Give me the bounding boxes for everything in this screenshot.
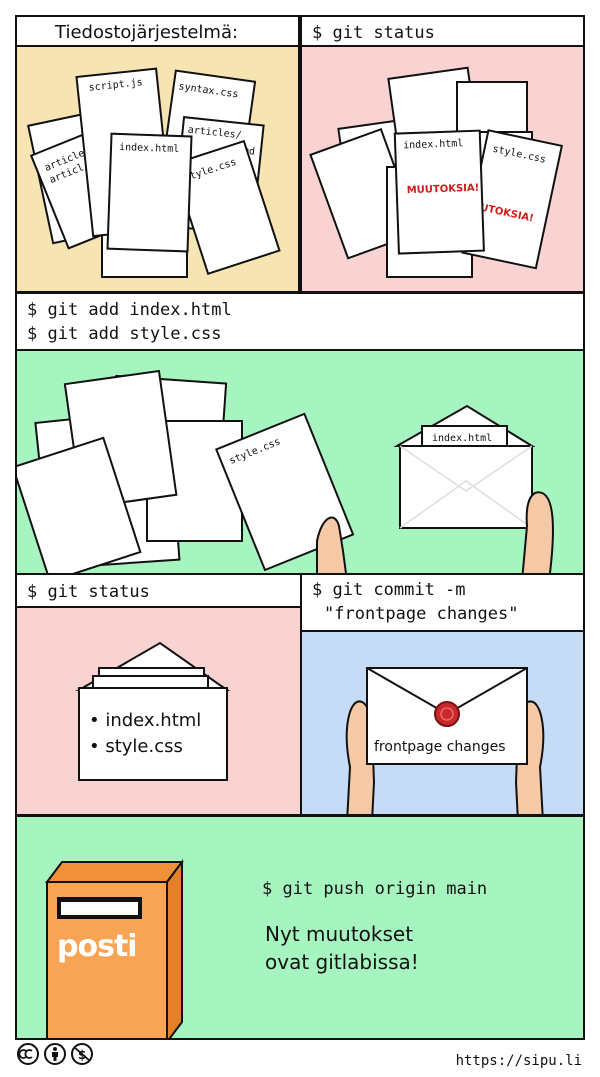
mailbox-brand-logo: posti <box>57 929 138 964</box>
commit-message-label: frontpage changes <box>374 739 506 755</box>
staged-file-list: • index.html • style.css <box>89 708 201 760</box>
changed-files-illustration: style.cssUTOKSIA! index.htmlMUUTOKSIA! <box>309 66 564 278</box>
git-commit-command-1: $ git commit -m <box>312 580 466 600</box>
panel-git-status-1: $ git status style.css UTOKSIA! index.htm… <box>300 15 585 293</box>
push-result-line-1: Nyt muutokset <box>265 922 414 946</box>
panel-git-push: posti $ git push origin main Nyt muutoks… <box>15 815 585 1040</box>
git-add-command-1: $ git add index.html <box>27 300 232 320</box>
panel-git-commit: frontpage changes <box>300 630 585 816</box>
by-icon <box>44 1043 66 1065</box>
panel-git-add-caption: $ git add index.html $ git add style.css <box>15 292 585 351</box>
sealed-envelope-illustration <box>345 667 545 814</box>
file-stack-illustration: articlearticl syntax.css articles/1.md s… <box>27 67 281 278</box>
push-result-message: Nyt muutokset ovat gitlabissa! <box>265 920 419 976</box>
cc-icon <box>17 1043 39 1065</box>
git-push-command: $ git push origin main <box>262 879 488 899</box>
git-status-command-2: $ git status <box>27 582 150 602</box>
svg-text:$: $ <box>78 1048 86 1062</box>
staging-illustration: style.css index.html <box>17 369 554 573</box>
svg-text:index.html: index.html <box>432 433 492 444</box>
nc-icon: $ <box>71 1043 93 1065</box>
panel-git-status-2-caption: $ git status <box>15 573 302 608</box>
git-commit-command-2: "frontpage changes" <box>324 604 519 624</box>
panel-git-status-2: • index.html • style.css <box>15 606 302 816</box>
staged-file-item: • style.css <box>89 736 183 757</box>
panel-git-add: style.css index.html <box>15 349 585 575</box>
panel-git-commit-caption: $ git commit -m "frontpage changes" <box>300 573 585 632</box>
license-icons: $ <box>15 1041 105 1071</box>
staged-file-item: • index.html <box>89 710 202 731</box>
svg-text:index.html: index.html <box>119 142 180 155</box>
panel-filesystem: Tiedostojärjestelmä: article articl synta… <box>15 15 300 293</box>
footer-url[interactable]: https://sipu.li <box>456 1053 582 1069</box>
git-add-command-2: $ git add style.css <box>27 324 222 344</box>
svg-text:index.html: index.html <box>403 138 464 151</box>
push-result-line-2: ovat gitlabissa! <box>265 950 419 974</box>
